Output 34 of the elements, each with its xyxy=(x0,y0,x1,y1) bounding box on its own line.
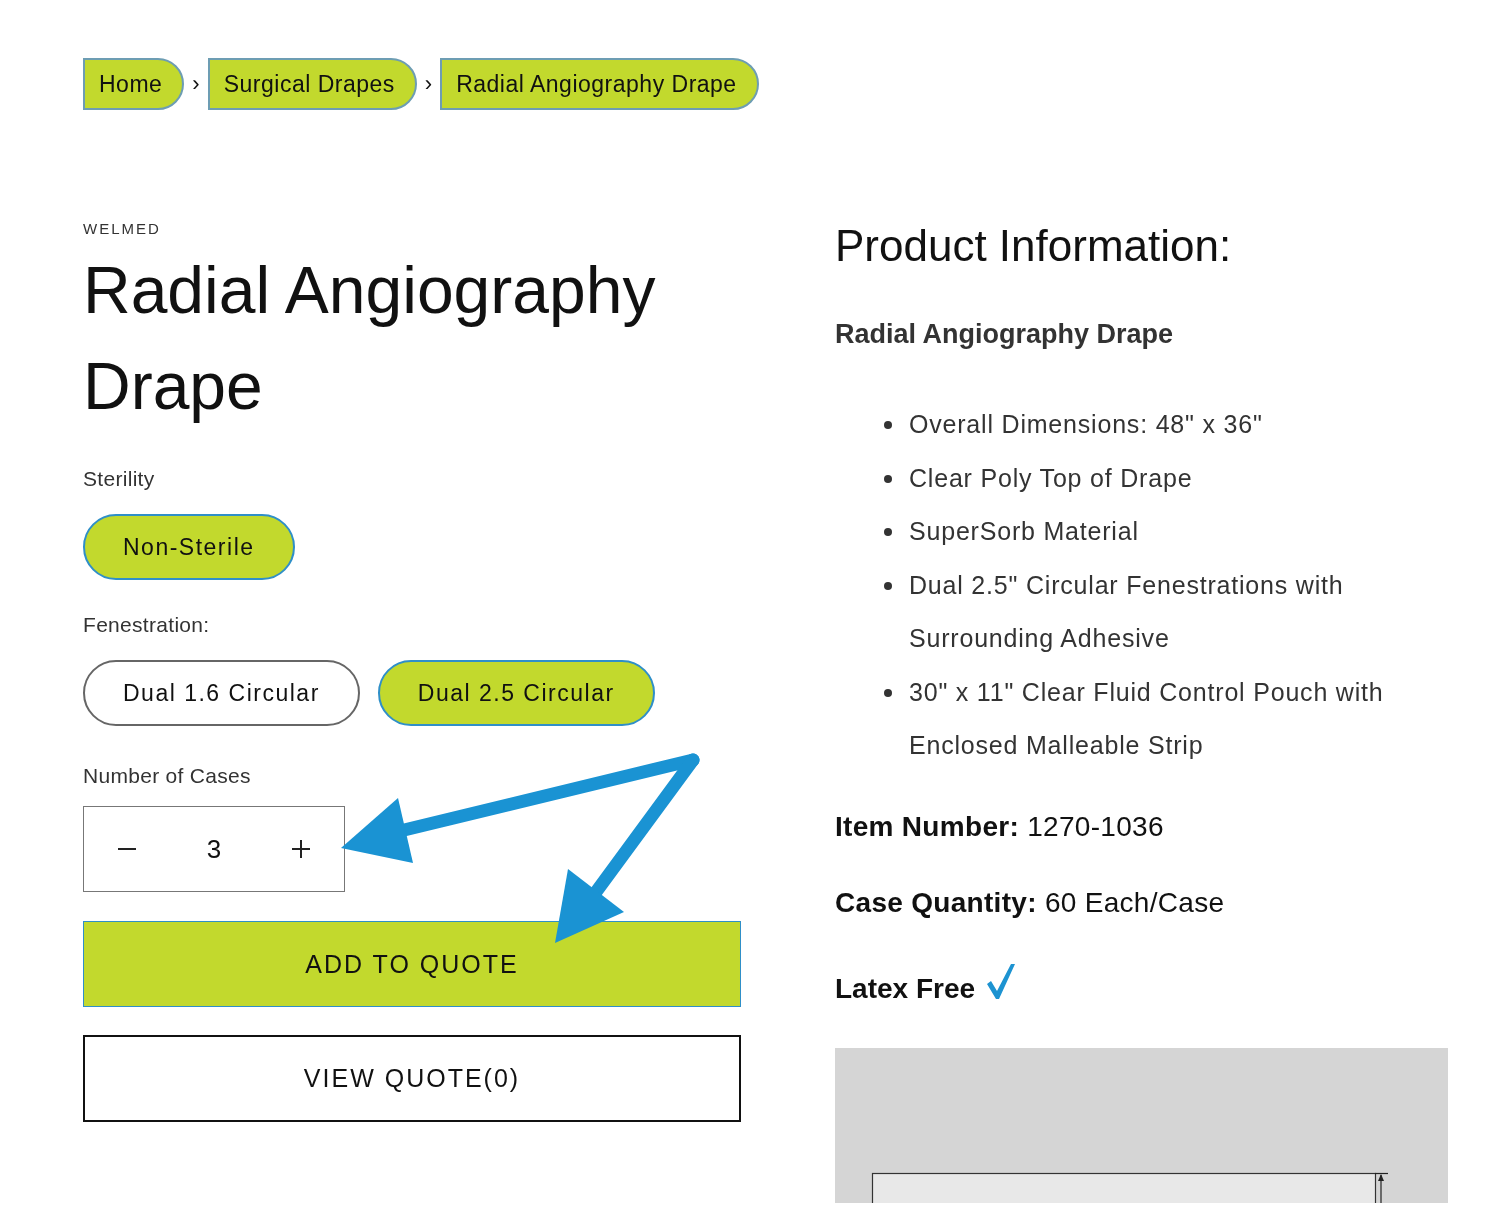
bullet-icon xyxy=(884,581,892,590)
bullet-icon xyxy=(884,528,892,536)
spec-text: Case Quantity: 60 Each/Case xyxy=(835,885,1226,920)
option-label: Fenestration: xyxy=(83,612,211,638)
breadcrumb-link[interactable]: Home xyxy=(83,58,185,110)
breadcrumb-separator: › xyxy=(192,71,200,97)
product-subheading: Radial Angiography Drape xyxy=(835,318,1175,351)
breadcrumb-link[interactable]: Radial Angiography Drape xyxy=(440,58,759,110)
feature-text: Overall Dimensions: 48" x 36" xyxy=(909,409,1263,440)
spec-text: Item Number: 1270-1036 xyxy=(835,809,1165,844)
breadcrumb-separator: › xyxy=(424,71,433,97)
vendor-name: WELMED xyxy=(83,220,161,238)
quote-button[interactable]: VIEW QUOTE(0) xyxy=(83,1035,741,1122)
section-heading: Product Information: xyxy=(835,220,1233,272)
bullet-icon xyxy=(884,474,892,483)
breadcrumb-link[interactable]: Surgical Drapes xyxy=(207,58,417,110)
plus-icon xyxy=(291,840,310,858)
bullet-icon xyxy=(884,688,892,697)
feature-text: SuperSorb Material xyxy=(909,516,1139,547)
bullet-icon xyxy=(884,421,892,429)
product-title: Radial Angiography Drape xyxy=(83,252,657,425)
option-button[interactable]: Dual 2.5 Circular xyxy=(377,660,655,726)
option-label: Sterility xyxy=(83,466,156,492)
quantity-label: Number of Cases xyxy=(83,763,251,789)
latex-free-label: Latex Free xyxy=(835,971,976,1006)
option-button[interactable]: Non-Sterile xyxy=(83,514,295,580)
feature-text: Clear Poly Top of Drape xyxy=(909,462,1193,494)
increase-button[interactable] xyxy=(291,840,310,858)
quote-button[interactable]: ADD TO QUOTE xyxy=(83,921,741,1007)
quantity-input[interactable]: 3 xyxy=(194,833,234,865)
feature-text: 30" x 11" Clear Fluid Control Pouch with Enclosed Malleable Strip xyxy=(909,676,1385,761)
option-button[interactable]: Dual 1.6 Circular xyxy=(83,660,360,726)
minus-icon xyxy=(118,848,137,850)
feature-text: Dual 2.5" Circular Fenestrations with Surrounding Adhesive xyxy=(909,569,1345,654)
